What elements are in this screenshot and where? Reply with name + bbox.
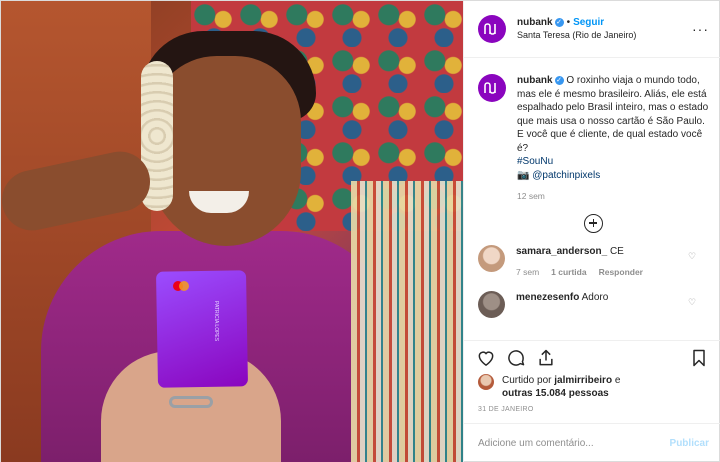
photo-bead-necklaces: [351, 181, 463, 462]
comment-likes[interactable]: 1 curtida: [551, 266, 586, 279]
comment-time[interactable]: 7 sem: [516, 266, 539, 279]
instagram-post: PATRICIA LOPES nubank ✓ • Seguir Santa Tere…: [0, 0, 720, 462]
post-photo[interactable]: PATRICIA LOPES: [1, 1, 463, 462]
card-holder-name: PATRICIA LOPES: [213, 301, 219, 342]
comment-text: CE: [609, 245, 624, 257]
bookmark-icon[interactable]: [689, 348, 709, 368]
plus-circle-icon[interactable]: [584, 213, 603, 233]
add-comment-bar: Publicar: [464, 423, 720, 462]
comment-item: menezesenfo Adoro ♡: [478, 290, 709, 318]
post-date[interactable]: 31 DE JANEIRO: [464, 400, 720, 413]
caption-avatar[interactable]: [478, 74, 506, 102]
liker-username[interactable]: jalmirribeiro: [554, 375, 612, 386]
caption-body: nubank ✓ O roxinho viaja o mundo todo, ma…: [517, 74, 709, 204]
nubank-logo-icon: [484, 82, 496, 94]
likes-count[interactable]: outras 15.084 pessoas: [502, 388, 609, 399]
verified-badge-icon: ✓: [554, 75, 564, 85]
nubank-logo-icon: [484, 23, 496, 35]
photo-ring: [169, 396, 213, 408]
credit-link[interactable]: @patchinpixels: [532, 170, 600, 181]
comments-section[interactable]: nubank ✓ O roxinho viaja o mundo todo, ma…: [464, 58, 720, 340]
comment-body: menezesenfo Adoro: [516, 291, 608, 318]
follow-button[interactable]: Seguir: [573, 17, 604, 28]
comment-avatar[interactable]: [478, 244, 505, 272]
liker-avatar[interactable]: [478, 374, 494, 390]
caption-text: O roxinho viaja o mundo todo, mas ele é …: [517, 75, 709, 154]
comment-reply-button[interactable]: Responder: [599, 266, 643, 279]
load-more-comments[interactable]: [478, 213, 709, 233]
post-caption: nubank ✓ O roxinho viaja o mundo todo, ma…: [478, 74, 709, 204]
header-text: nubank ✓ • Seguir Santa Teresa (Rio de Jane…: [517, 16, 636, 42]
heart-icon[interactable]: [476, 348, 496, 368]
post-header: nubank ✓ • Seguir Santa Teresa (Rio de Jane…: [464, 1, 720, 58]
likes-summary: Curtido por jalmirribeiro e outras 15.08…: [464, 374, 720, 400]
comment-meta: 7 sem 1 curtida Responder: [516, 266, 643, 279]
post-sidebar: nubank ✓ • Seguir Santa Teresa (Rio de Jane…: [463, 1, 720, 462]
caption-username[interactable]: nubank: [517, 75, 553, 86]
camera-icon: 📷: [517, 169, 530, 181]
publish-button[interactable]: Publicar: [670, 438, 709, 449]
nubank-card: [155, 270, 249, 388]
likes-prefix: Curtido por: [502, 375, 552, 386]
comment-heart-icon[interactable]: ♡: [688, 251, 697, 261]
likes-connector: e: [614, 375, 621, 386]
mastercard-logo-icon: [173, 281, 189, 291]
header-username[interactable]: nubank: [517, 17, 553, 28]
comment-heart-icon[interactable]: ♡: [688, 297, 697, 307]
caption-time[interactable]: 12 sem: [517, 190, 709, 204]
comment-body: samara_anderson_ CE 7 sem 1 curtida Resp…: [516, 245, 643, 279]
header-separator: •: [566, 17, 571, 28]
photo-person-face: [151, 56, 301, 246]
comment-avatar[interactable]: [478, 290, 505, 318]
comment-item: samara_anderson_ CE 7 sem 1 curtida Resp…: [478, 244, 709, 279]
comment-username[interactable]: menezesenfo: [516, 292, 579, 303]
verified-badge-icon: ✓: [554, 17, 564, 27]
hashtag-link[interactable]: #SouNu: [517, 156, 553, 167]
more-options-icon[interactable]: ···: [692, 21, 709, 37]
likes-text: Curtido por jalmirribeiro e outras 15.08…: [502, 374, 620, 400]
comment-text: Adoro: [581, 291, 609, 303]
post-location[interactable]: Santa Teresa (Rio de Janeiro): [517, 29, 636, 42]
share-icon[interactable]: [536, 348, 556, 368]
nubank-avatar[interactable]: [478, 15, 506, 43]
comment-username[interactable]: samara_anderson_: [516, 246, 607, 257]
comment-icon[interactable]: [506, 348, 526, 368]
post-actions: [464, 340, 720, 374]
comment-input[interactable]: [478, 438, 670, 449]
